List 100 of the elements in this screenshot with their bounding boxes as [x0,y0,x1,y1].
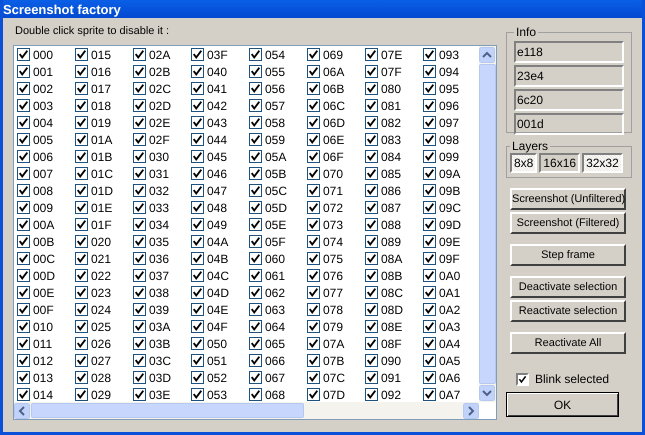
sprite-checkbox[interactable]: 099 [423,148,479,165]
sprite-checkbox[interactable]: 00D [17,267,75,284]
sprite-checkbox[interactable]: 04A [191,233,249,250]
sprite-checkbox[interactable]: 033 [133,199,191,216]
sprite-checkbox[interactable]: 071 [307,182,365,199]
sprite-checkbox[interactable]: 06D [307,114,365,131]
sprite-checkbox[interactable]: 034 [133,216,191,233]
sprite-checkbox[interactable]: 03B [133,335,191,352]
sprite-checkbox[interactable]: 082 [365,114,423,131]
sprite-checkbox[interactable]: 032 [133,182,191,199]
sprite-checkbox[interactable]: 096 [423,97,479,114]
sprite-checkbox[interactable]: 02E [133,114,191,131]
sprite-checkbox[interactable]: 085 [365,165,423,182]
sprite-checkbox[interactable]: 016 [75,63,133,80]
sprite-checkbox[interactable]: 0A4 [423,335,479,352]
sprite-checkbox[interactable]: 039 [133,301,191,318]
blink-checkbox[interactable]: Blink selected [506,372,632,386]
sprite-checkbox[interactable]: 077 [307,284,365,301]
sprite-checkbox[interactable]: 06F [307,148,365,165]
sprite-checkbox[interactable]: 07B [307,352,365,369]
sprite-checkbox[interactable]: 09A [423,165,479,182]
sprite-checkbox[interactable]: 015 [75,46,133,63]
sprite-checkbox[interactable]: 092 [365,386,423,402]
sprite-checkbox[interactable]: 064 [249,318,307,335]
sprite-checkbox[interactable]: 08D [365,301,423,318]
sprite-checkbox[interactable]: 04F [191,318,249,335]
action-button[interactable]: Step frame [510,244,626,266]
sprite-checkbox[interactable]: 074 [307,233,365,250]
scroll-thumb[interactable] [31,403,304,418]
sprite-checkbox[interactable]: 06C [307,97,365,114]
sprite-checkbox[interactable]: 03A [133,318,191,335]
sprite-checkbox[interactable]: 061 [249,267,307,284]
sprite-checkbox[interactable]: 036 [133,250,191,267]
sprite-checkbox[interactable]: 059 [249,131,307,148]
sprite-checkbox[interactable]: 018 [75,97,133,114]
sprite-checkbox[interactable]: 043 [191,114,249,131]
sprite-checkbox[interactable]: 0A5 [423,352,479,369]
scroll-left-icon[interactable] [14,402,30,418]
sprite-checkbox[interactable]: 065 [249,335,307,352]
sprite-checkbox[interactable]: 040 [191,63,249,80]
sprite-checkbox[interactable]: 069 [307,46,365,63]
sprite-checkbox[interactable]: 09C [423,199,479,216]
sprite-checkbox[interactable]: 012 [17,352,75,369]
sprite-checkbox[interactable]: 008 [17,182,75,199]
sprite-checkbox[interactable]: 004 [17,114,75,131]
sprite-checkbox[interactable]: 076 [307,267,365,284]
sprite-checkbox[interactable]: 027 [75,352,133,369]
sprite-checkbox[interactable]: 060 [249,250,307,267]
sprite-checkbox[interactable]: 044 [191,131,249,148]
sprite-checkbox[interactable]: 010 [17,318,75,335]
sprite-checkbox[interactable]: 0A3 [423,318,479,335]
layer-toggle[interactable]: 32x32 [582,153,623,173]
sprite-checkbox[interactable]: 05D [249,199,307,216]
sprite-checkbox[interactable]: 024 [75,301,133,318]
sprite-checkbox[interactable]: 025 [75,318,133,335]
sprite-checkbox[interactable]: 088 [365,216,423,233]
sprite-checkbox[interactable]: 017 [75,80,133,97]
sprite-checkbox[interactable]: 02A [133,46,191,63]
sprite-checkbox[interactable]: 026 [75,335,133,352]
sprite-checkbox[interactable]: 052 [191,369,249,386]
horizontal-scrollbar[interactable] [14,402,479,419]
sprite-checkbox[interactable]: 002 [17,80,75,97]
action-button[interactable]: Reactivate All [510,332,626,354]
sprite-checkbox[interactable]: 02D [133,97,191,114]
sprite-checkbox[interactable]: 02C [133,80,191,97]
sprite-checkbox[interactable]: 02F [133,131,191,148]
sprite-checkbox[interactable]: 098 [423,131,479,148]
scroll-down-icon[interactable] [479,385,495,401]
sprite-checkbox[interactable]: 014 [17,386,75,402]
action-button[interactable]: Deactivate selection [510,276,626,298]
sprite-checkbox[interactable]: 08B [365,267,423,284]
sprite-checkbox[interactable]: 094 [423,63,479,80]
sprite-checkbox[interactable]: 07C [307,369,365,386]
sprite-checkbox[interactable]: 062 [249,284,307,301]
sprite-checkbox[interactable]: 011 [17,335,75,352]
sprite-checkbox[interactable]: 003 [17,97,75,114]
layer-toggle[interactable]: 8x8 [510,153,538,173]
sprite-checkbox[interactable]: 090 [365,352,423,369]
sprite-checkbox[interactable]: 08A [365,250,423,267]
sprite-checkbox[interactable]: 000 [17,46,75,63]
sprite-checkbox[interactable]: 01A [75,131,133,148]
sprite-checkbox[interactable]: 019 [75,114,133,131]
sprite-checkbox[interactable]: 01C [75,165,133,182]
sprite-checkbox[interactable]: 087 [365,199,423,216]
sprite-checkbox[interactable]: 05B [249,165,307,182]
sprite-checkbox[interactable]: 068 [249,386,307,402]
sprite-checkbox[interactable]: 09E [423,233,479,250]
sprite-checkbox[interactable]: 06A [307,63,365,80]
sprite-checkbox[interactable]: 09D [423,216,479,233]
sprite-checkbox[interactable]: 073 [307,216,365,233]
sprite-checkbox[interactable]: 05F [249,233,307,250]
sprite-checkbox[interactable]: 066 [249,352,307,369]
sprite-checkbox[interactable]: 04E [191,301,249,318]
action-button[interactable]: Screenshot (Filtered) [510,212,626,234]
sprite-checkbox[interactable]: 078 [307,301,365,318]
sprite-checkbox[interactable]: 03D [133,369,191,386]
sprite-checkbox[interactable]: 0A6 [423,369,479,386]
sprite-checkbox[interactable]: 051 [191,352,249,369]
sprite-checkbox[interactable]: 07E [365,46,423,63]
sprite-checkbox[interactable]: 09B [423,182,479,199]
